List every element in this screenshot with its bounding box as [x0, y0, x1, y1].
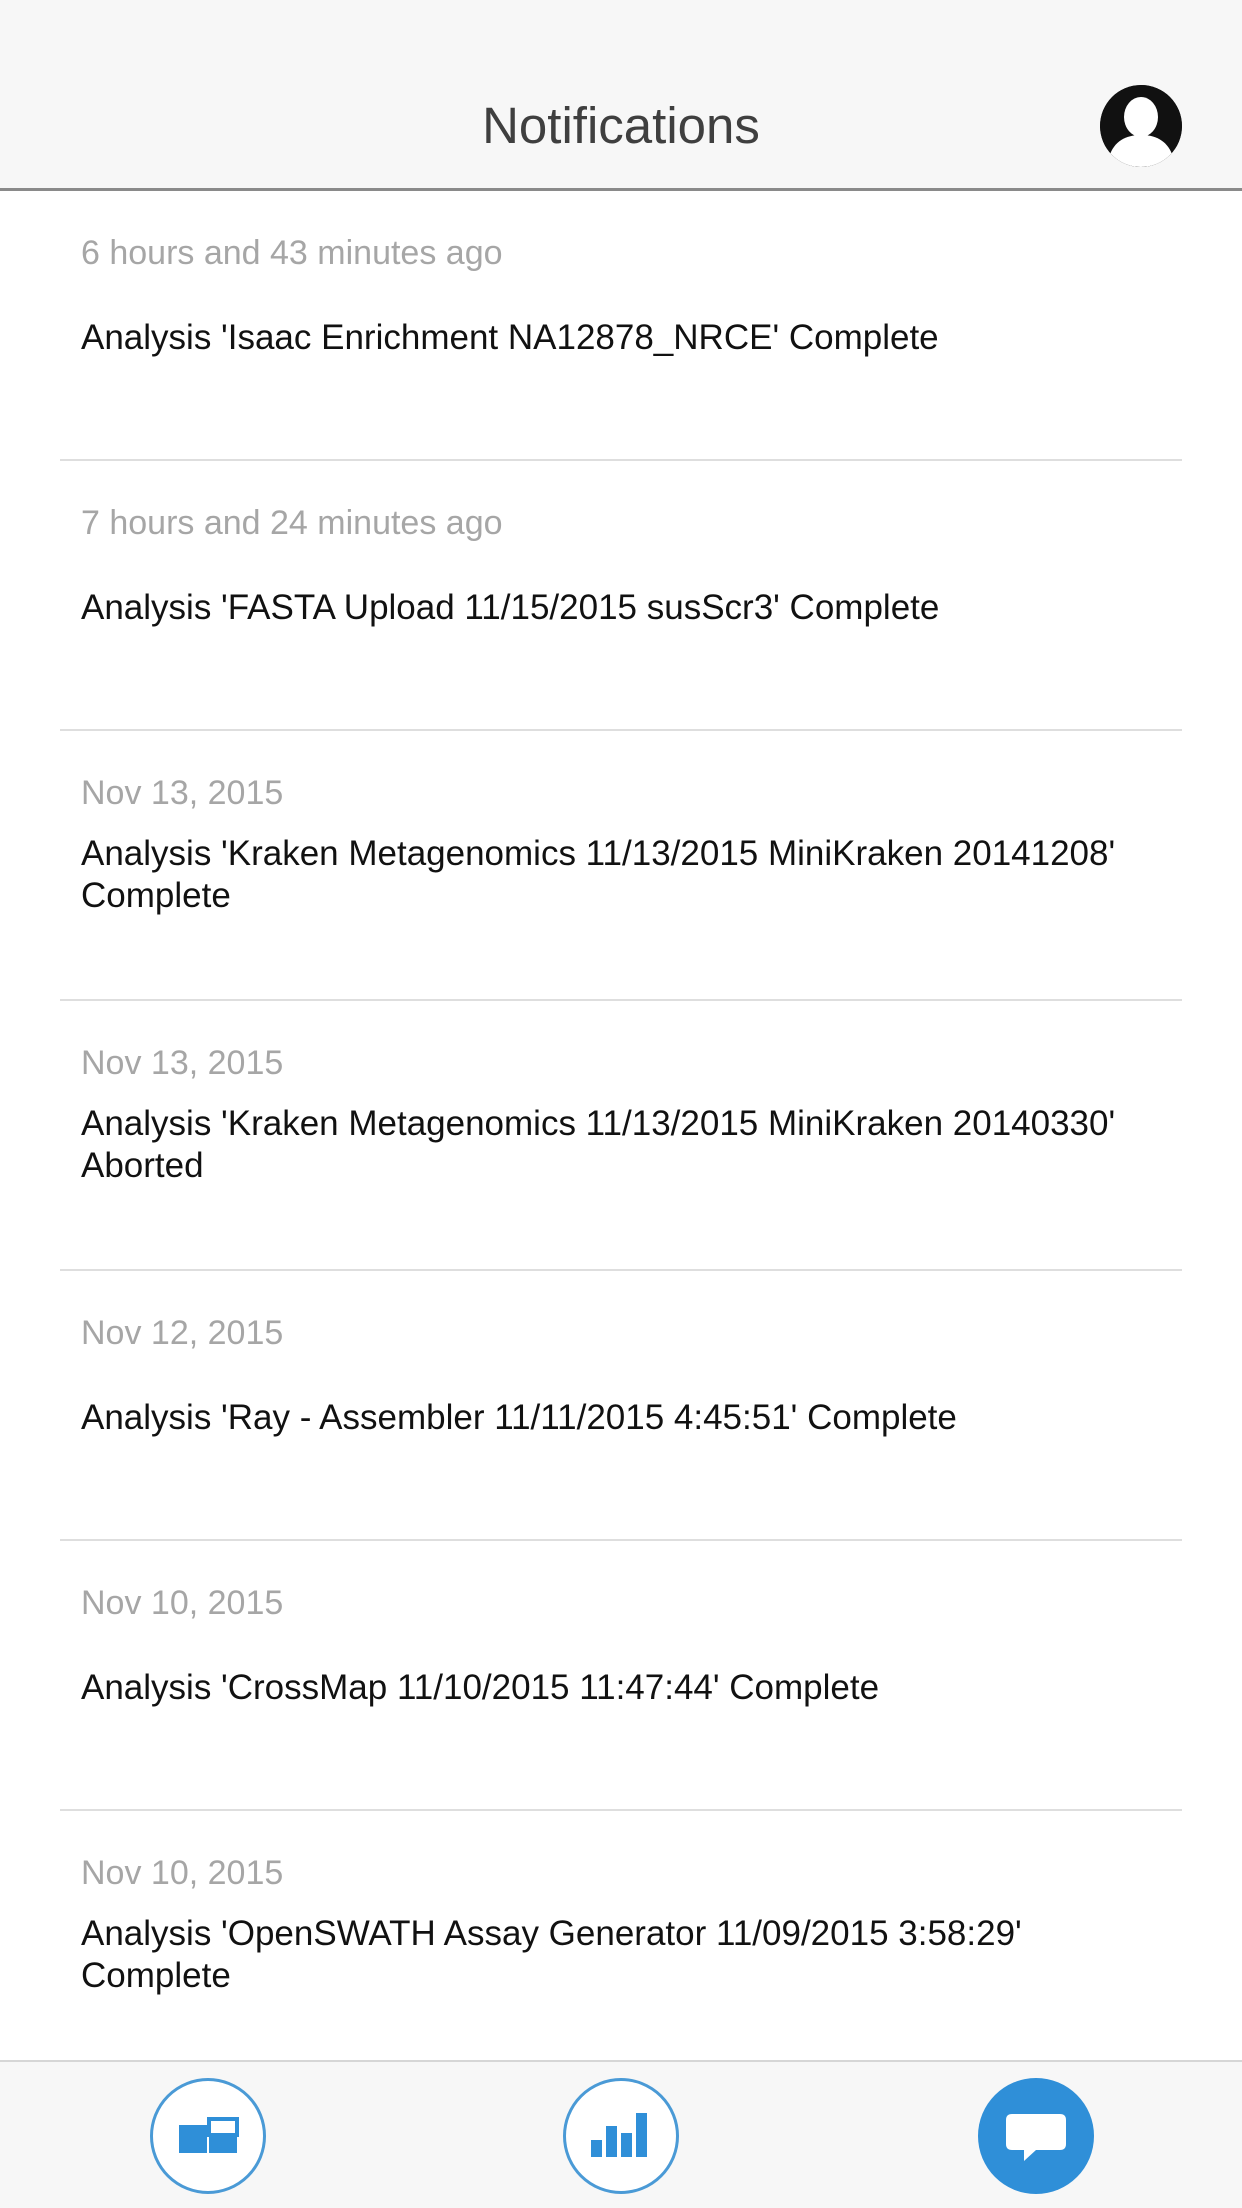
notification-message: Analysis 'Kraken Metagenomics 11/13/2015… [81, 834, 1116, 915]
profile-button[interactable] [1100, 85, 1182, 167]
notification-list: 6 hours and 43 minutes ago Analysis 'Isa… [0, 191, 1242, 2061]
notification-item[interactable]: Nov 10, 2015 Analysis 'CrossMap 11/10/20… [60, 1541, 1182, 1811]
page-title: Notifications [482, 97, 760, 154]
app-screen: Notifications 6 hours and 43 minutes ago… [0, 0, 1242, 2208]
notification-item[interactable]: 7 hours and 24 minutes ago Analysis 'FAS… [60, 461, 1182, 731]
notification-time: Nov 10, 2015 [81, 1584, 284, 1622]
notification-time: Nov 13, 2015 [81, 1044, 284, 1082]
notification-item[interactable]: Nov 12, 2015 Analysis 'Ray - Assembler 1… [60, 1271, 1182, 1541]
bar-chart-icon [591, 2113, 647, 2157]
notification-item[interactable]: Nov 10, 2015 Analysis 'OpenSWATH Assay G… [60, 1811, 1182, 2061]
notification-time: 6 hours and 43 minutes ago [81, 234, 503, 272]
notification-item[interactable]: Nov 13, 2015 Analysis 'Kraken Metagenomi… [60, 1001, 1182, 1271]
notification-item[interactable]: 6 hours and 43 minutes ago Analysis 'Isa… [60, 191, 1182, 461]
chat-bubble-icon [1006, 2114, 1066, 2161]
tab-projects[interactable] [150, 2078, 266, 2194]
projects-icon [179, 2117, 239, 2153]
notification-message: Analysis 'CrossMap 11/10/2015 11:47:44' … [81, 1668, 880, 1707]
tab-notifications[interactable] [978, 2078, 1094, 2194]
user-silhouette-icon [1100, 85, 1182, 167]
notification-time: Nov 13, 2015 [81, 774, 284, 812]
notification-time: Nov 10, 2015 [81, 1854, 284, 1892]
notification-message: Analysis 'Ray - Assembler 11/11/2015 4:4… [81, 1398, 957, 1437]
notification-message: Analysis 'Kraken Metagenomics 11/13/2015… [81, 1104, 1116, 1185]
notification-time: 7 hours and 24 minutes ago [81, 504, 503, 542]
header-bar: Notifications [0, 0, 1242, 191]
notification-message: Analysis 'Isaac Enrichment NA12878_NRCE'… [81, 318, 939, 357]
tab-charts[interactable] [563, 2078, 679, 2194]
notification-item[interactable]: Nov 13, 2015 Analysis 'Kraken Metagenomi… [60, 731, 1182, 1001]
notification-time: Nov 12, 2015 [81, 1314, 284, 1352]
notification-message: Analysis 'OpenSWATH Assay Generator 11/0… [81, 1914, 1022, 1995]
bottom-tab-bar [0, 2060, 1242, 2208]
notification-message: Analysis 'FASTA Upload 11/15/2015 susScr… [81, 588, 940, 627]
